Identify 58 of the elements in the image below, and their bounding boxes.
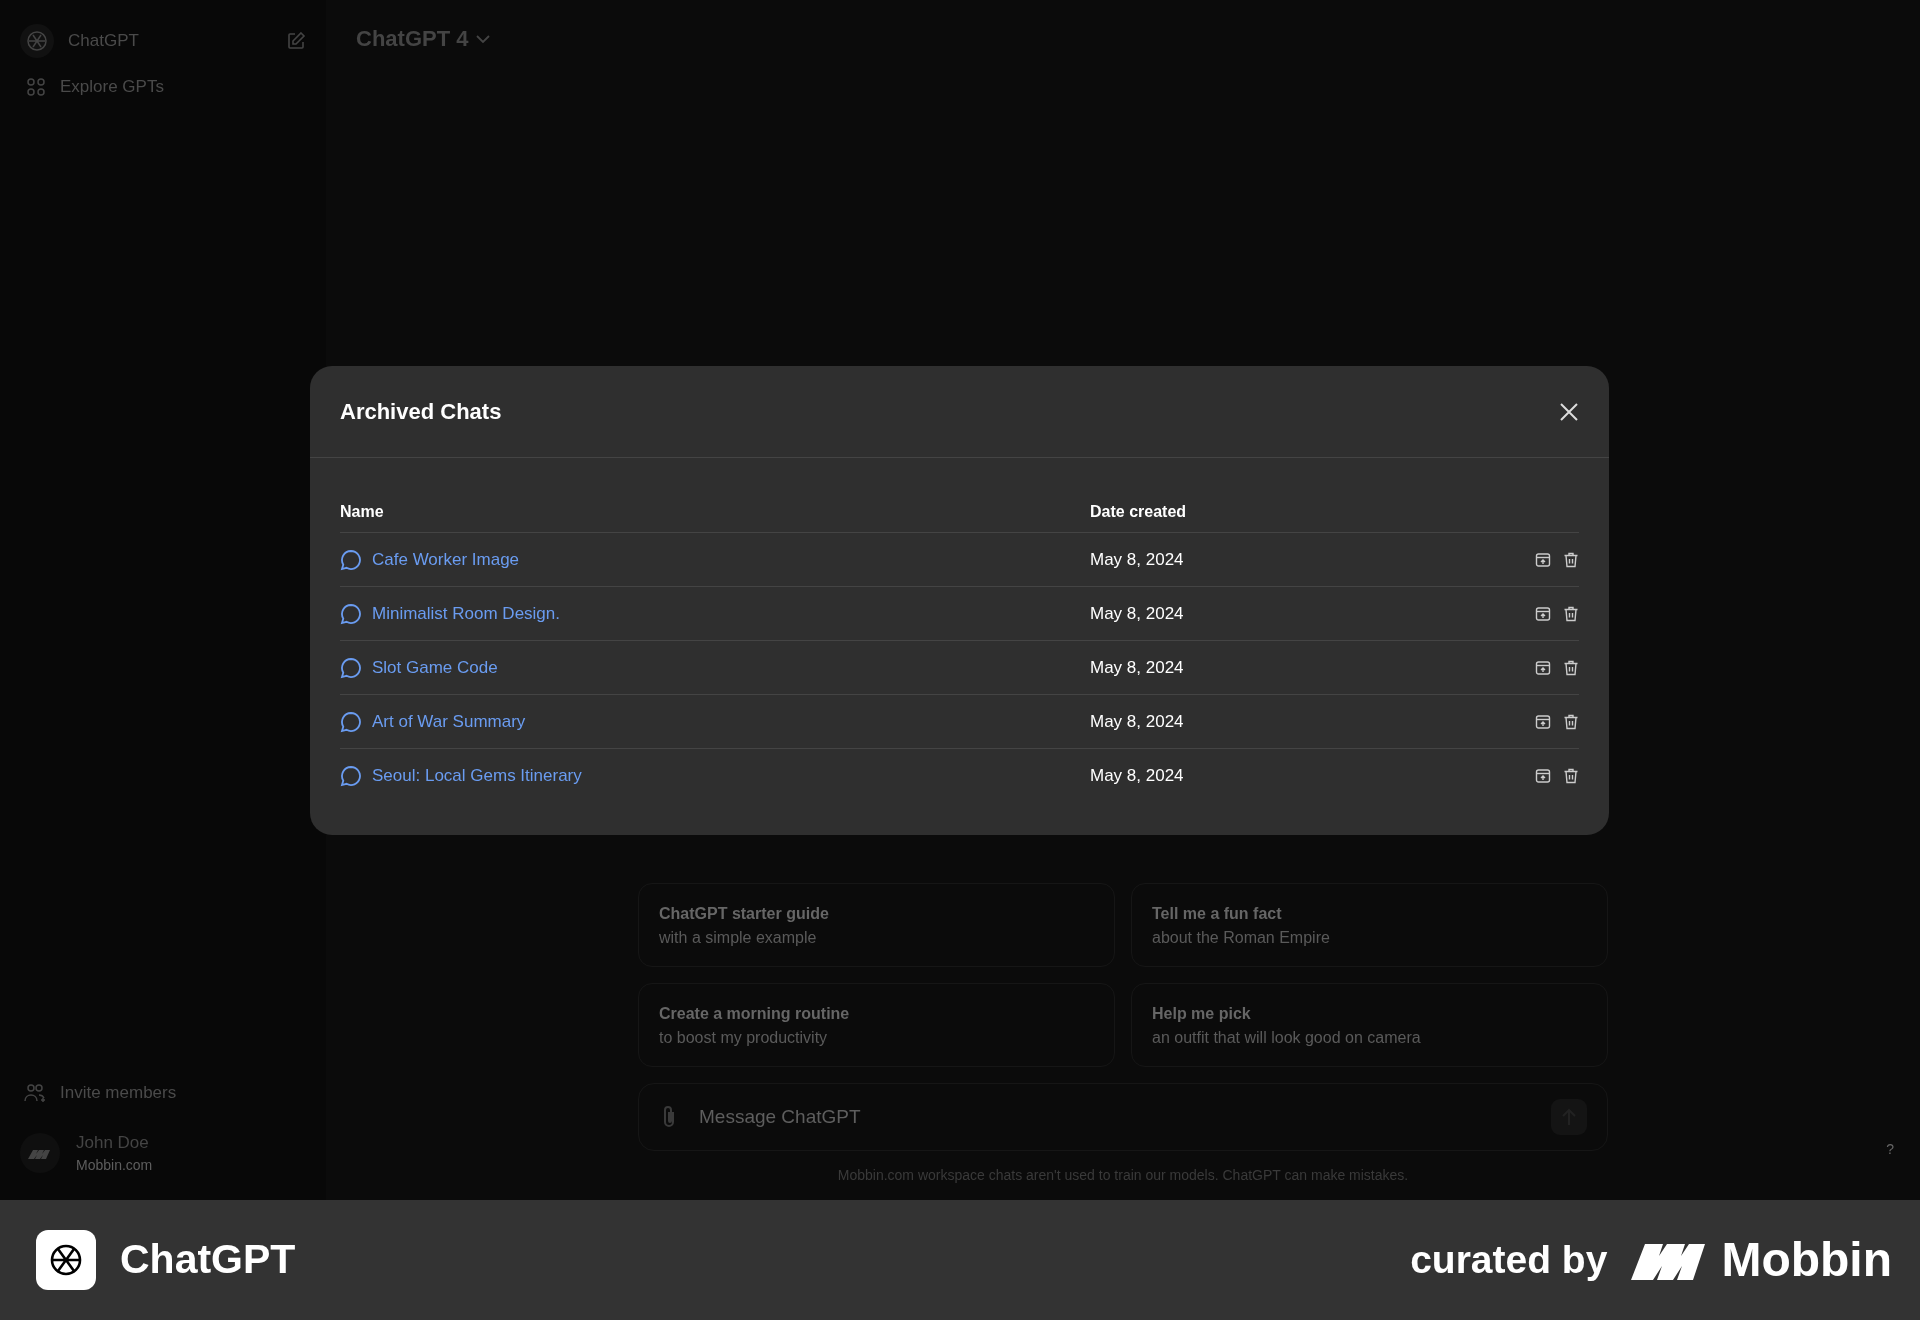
suggestion-subtitle: an outfit that will look good on camera <box>1152 1028 1422 1048</box>
trash-icon[interactable] <box>1563 767 1579 784</box>
unarchive-icon[interactable] <box>1535 551 1551 568</box>
chat-link[interactable]: Slot Game Code <box>372 654 498 681</box>
logo-icon <box>36 1230 96 1290</box>
unarchive-icon[interactable] <box>1535 713 1551 730</box>
brand-name[interactable]: ChatGPT <box>68 28 139 54</box>
curated-by-text: curated by <box>1410 1236 1608 1283</box>
trash-icon[interactable] <box>1563 713 1579 730</box>
date-text: May 8, 2024 <box>1090 711 1184 731</box>
help-button[interactable]: ? <box>1886 1139 1894 1160</box>
chevron-down-icon <box>476 33 491 44</box>
suggestion-title: Help me pick <box>1152 1004 1252 1024</box>
dialog-title: Archived Chats <box>340 398 502 426</box>
column-header: Name <box>340 502 384 522</box>
chat-bubble-icon <box>340 656 362 679</box>
date-text: May 8, 2024 <box>1090 603 1184 623</box>
suggestion-card[interactable]: Create a morning routine to boost my productivity <box>638 983 1115 1067</box>
suggestion-subtitle: with a simple example <box>659 928 818 948</box>
date-text: May 8, 2024 <box>1090 765 1184 785</box>
unarchive-icon[interactable] <box>1535 659 1551 676</box>
grid-icon <box>26 76 46 97</box>
date-text: May 8, 2024 <box>1090 657 1184 677</box>
close-icon[interactable] <box>1559 401 1579 422</box>
unarchive-icon[interactable] <box>1535 767 1551 784</box>
chat-bubble-icon <box>340 764 362 787</box>
logo-icon <box>20 24 54 58</box>
chat-bubble-icon <box>340 548 362 571</box>
suggestion-title: ChatGPT starter guide <box>659 904 830 924</box>
suggestion-card[interactable]: ChatGPT starter guide with a simple example <box>638 883 1115 967</box>
message-composer[interactable]: Message ChatGPT <box>638 1083 1608 1151</box>
chat-link[interactable]: Minimalist Room Design. <box>372 600 560 627</box>
user-workspace: Mobbin.com <box>76 1156 153 1175</box>
suggestion-card[interactable]: Help me pick an outfit that will look good on camera <box>1131 983 1608 1067</box>
suggestion-title: Tell me a fun fact <box>1152 904 1283 924</box>
brand-name: Mobbin <box>1721 1232 1892 1288</box>
user-name: John Doe <box>76 1131 150 1154</box>
app-name: ChatGPT <box>120 1235 296 1285</box>
trash-icon[interactable] <box>1563 605 1579 622</box>
sidebar-item[interactable]: Explore GPTs <box>60 74 164 100</box>
chat-bubble-icon <box>340 602 362 625</box>
invite-members-link[interactable]: Invite members <box>60 1080 177 1106</box>
chat-bubble-icon <box>340 710 362 733</box>
trash-icon[interactable] <box>1563 551 1579 568</box>
chat-link[interactable]: Seoul: Local Gems Itinerary <box>372 762 582 789</box>
chat-link[interactable]: Art of War Summary <box>372 708 526 735</box>
suggestion-title: Create a morning routine <box>659 1004 851 1024</box>
suggestion-subtitle: to boost my productivity <box>659 1028 829 1048</box>
date-text: May 8, 2024 <box>1090 549 1184 569</box>
column-header: Date created <box>1090 503 1187 520</box>
message-field[interactable]: Message ChatGPT <box>697 1101 1533 1133</box>
trash-icon[interactable] <box>1563 659 1579 676</box>
model-selector[interactable]: ChatGPT 4 <box>356 22 491 55</box>
suggestion-card[interactable]: Tell me a fun fact about the Roman Empire <box>1131 883 1608 967</box>
people-icon <box>24 1082 46 1103</box>
unarchive-icon[interactable] <box>1535 605 1551 622</box>
chat-link[interactable]: Cafe Worker Image <box>372 546 520 573</box>
suggestion-subtitle: about the Roman Empire <box>1152 928 1331 948</box>
